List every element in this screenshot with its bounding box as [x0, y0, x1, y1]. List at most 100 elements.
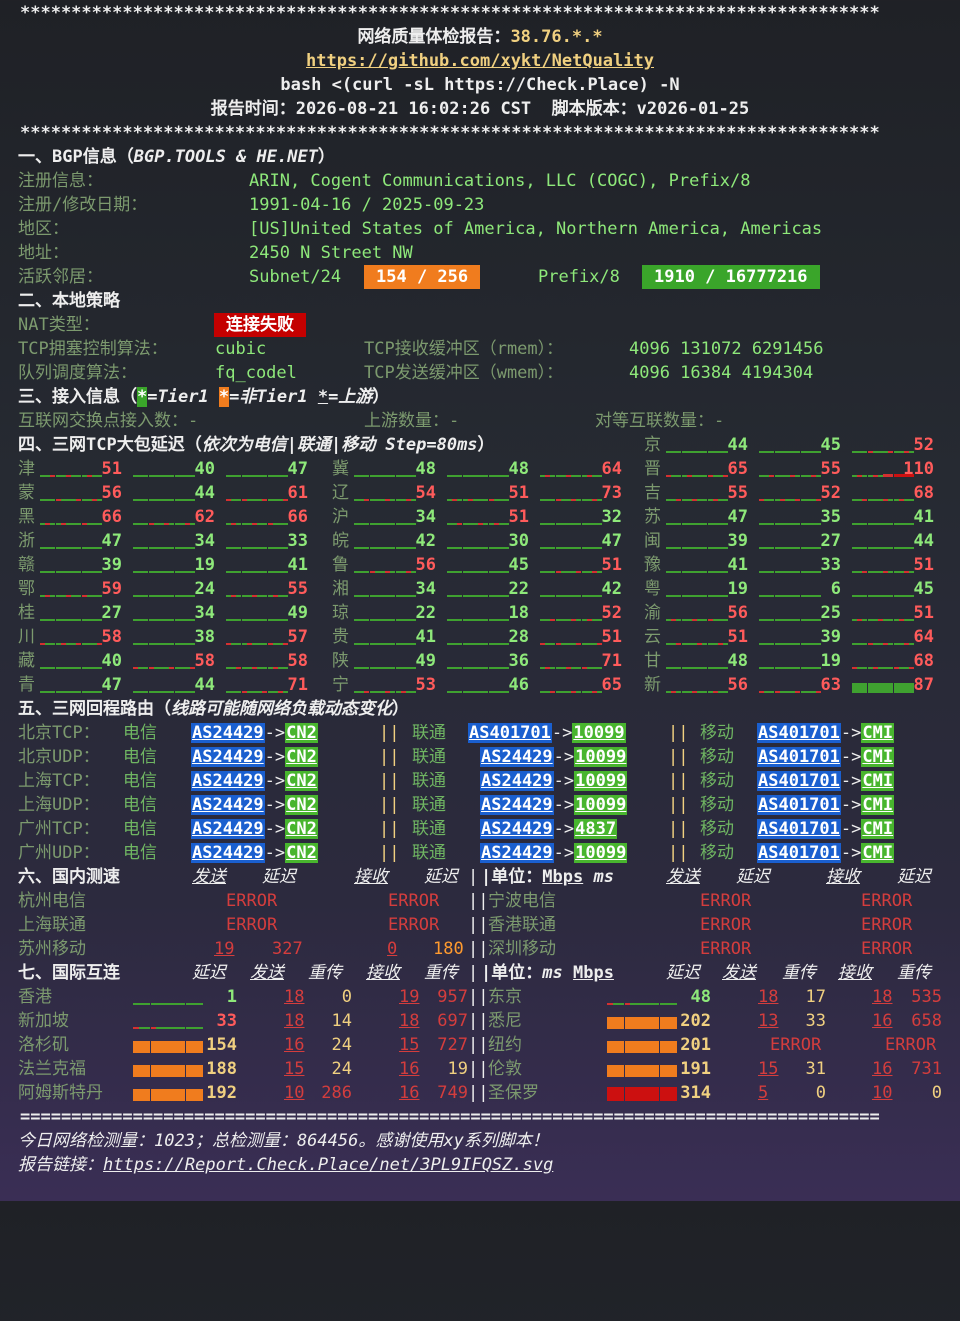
latency-sparkline	[226, 625, 289, 649]
intl-latency-value: 202	[680, 1011, 711, 1031]
backbone-badge[interactable]: 10099	[574, 747, 628, 767]
latency-sparkline	[852, 649, 915, 673]
route-row: 广州TCP： 电信 AS24429->CN2 || 联通 AS24429->4837 || 移…	[0, 817, 960, 841]
latency-value: 41	[415, 627, 436, 647]
backbone-badge[interactable]: 10099	[574, 795, 628, 815]
non-tier1-star: *	[218, 387, 230, 407]
latency-sparkline	[759, 433, 822, 457]
intl-latency-value: 201	[680, 1035, 711, 1055]
ixp-value: -	[188, 411, 199, 431]
backbone-badge[interactable]: CMI	[861, 843, 895, 863]
intl-retrans-header-r2: 重传	[897, 963, 931, 983]
asn-badge[interactable]: AS24429	[191, 843, 265, 863]
route-sep: ||	[668, 771, 689, 791]
asn-badge[interactable]: AS401701	[757, 795, 841, 815]
asn-badge[interactable]: AS24429	[191, 747, 265, 767]
province-label: 闽	[644, 531, 661, 551]
asn-badge[interactable]: AS401701	[757, 843, 841, 863]
date-row: 注册/修改日期： 1991-04-16 / 2025-09-23	[0, 193, 960, 217]
asn-badge[interactable]: AS24429	[480, 771, 554, 791]
mobile-route: AS401701->CMI	[757, 721, 895, 745]
dom-send-error: ERROR	[700, 915, 752, 935]
backbone-badge[interactable]: CMI	[861, 819, 895, 839]
addr-row: 地址： 2450 N Street NW	[0, 241, 960, 265]
latency-sparkline	[354, 649, 417, 673]
report-link[interactable]: https://Report.Check.Place/net/3PL9IFQSZ…	[103, 1155, 553, 1175]
latency-value: 36	[508, 651, 529, 671]
latency-sparkline	[852, 601, 915, 625]
latency-sparkline	[133, 673, 196, 697]
repo-link[interactable]: https://github.com/xykt/NetQuality	[306, 51, 654, 71]
latency-sparkline	[354, 505, 417, 529]
latency-sparkline	[133, 481, 196, 505]
asn-badge[interactable]: AS24429	[191, 819, 265, 839]
stars: ****************************************…	[20, 123, 880, 143]
backbone-badge[interactable]: 10099	[574, 843, 628, 863]
backbone-badge[interactable]: CMI	[861, 795, 895, 815]
latency-row: 鄂 59 24 55 湘 34 22 42 粤 19 6 45	[0, 577, 960, 601]
latency-value: 45	[913, 579, 934, 599]
latency-value: 61	[287, 483, 308, 503]
dom-send-error: ERROR	[226, 891, 278, 911]
backbone-badge[interactable]: CN2	[285, 819, 318, 839]
latency-sparkline	[40, 601, 103, 625]
latency-value: 34	[415, 579, 436, 599]
backbone-badge[interactable]: CMI	[861, 747, 895, 767]
latency-sparkline	[226, 673, 289, 697]
backbone-badge[interactable]: CN2	[285, 747, 318, 767]
col-sep: ||	[468, 891, 489, 911]
latency-value: 34	[415, 507, 436, 527]
col-sep: ||	[468, 939, 489, 959]
latency-value: 32	[601, 507, 622, 527]
backbone-badge[interactable]: CN2	[285, 843, 318, 863]
wmem-value: 4096 16384 4194304	[629, 363, 814, 383]
asn-badge[interactable]: AS24429	[480, 795, 554, 815]
asn-badge[interactable]: AS24429	[191, 771, 265, 791]
backbone-badge[interactable]: CN2	[285, 723, 318, 743]
backbone-badge[interactable]: CMI	[861, 723, 895, 743]
route-location: 广州TCP：	[18, 819, 100, 839]
latency-value: 47	[101, 675, 122, 695]
route-arrow: ->	[553, 747, 575, 767]
asn-badge[interactable]: AS401701	[757, 819, 841, 839]
asn-badge[interactable]: AS24429	[480, 819, 554, 839]
local-heading: 二、本地策略	[0, 289, 960, 313]
route-location: 上海TCP：	[18, 771, 100, 791]
asn-badge[interactable]: AS401701	[757, 747, 841, 767]
backbone-badge[interactable]: CN2	[285, 771, 318, 791]
asn-badge[interactable]: AS24429	[480, 747, 554, 767]
route-arrow: ->	[553, 771, 575, 791]
intl-latency-bar	[607, 1057, 677, 1081]
peer-value: -	[714, 411, 725, 431]
latency-sparkline	[226, 553, 289, 577]
route-arrow: ->	[264, 771, 286, 791]
version-label: 脚本版本：	[551, 99, 637, 119]
asn-badge[interactable]: AS24429	[191, 723, 265, 743]
latency-value: 48	[415, 459, 436, 479]
latency-value: 44	[194, 675, 215, 695]
col-sep: ||	[468, 1059, 489, 1079]
intl-send-value: 15	[284, 1059, 305, 1079]
backbone-badge[interactable]: 10099	[574, 771, 628, 791]
asn-badge[interactable]: AS401701	[757, 771, 841, 791]
backbone-badge[interactable]: 10099	[572, 723, 626, 743]
route-location: 上海UDP：	[18, 795, 100, 815]
intl-retrans-value: 286	[321, 1083, 352, 1103]
latency-value: 6	[830, 579, 841, 599]
backbone-badge[interactable]: CMI	[861, 771, 895, 791]
isp-telecom: 电信	[123, 819, 157, 839]
domestic-row: 杭州电信 ERROR ERROR || 宁波电信 ERROR ERROR	[0, 889, 960, 913]
latency-sparkline	[540, 577, 603, 601]
asn-badge[interactable]: AS24429	[191, 795, 265, 815]
asn-badge[interactable]: AS401701	[757, 723, 841, 743]
backbone-badge[interactable]: 4837	[574, 819, 618, 839]
backbone-badge[interactable]: CN2	[285, 795, 318, 815]
latency-sparkline	[354, 601, 417, 625]
wmem-label: TCP发送缓冲区（wmem）：	[364, 363, 564, 383]
province-label: 鲁	[332, 555, 349, 575]
asn-badge[interactable]: AS401701	[468, 723, 552, 743]
dom-latency-value: 327	[272, 939, 303, 959]
asn-badge[interactable]: AS24429	[480, 843, 554, 863]
route-location: 广州UDP：	[18, 843, 100, 863]
telecom-route: AS24429->CN2	[191, 769, 318, 793]
